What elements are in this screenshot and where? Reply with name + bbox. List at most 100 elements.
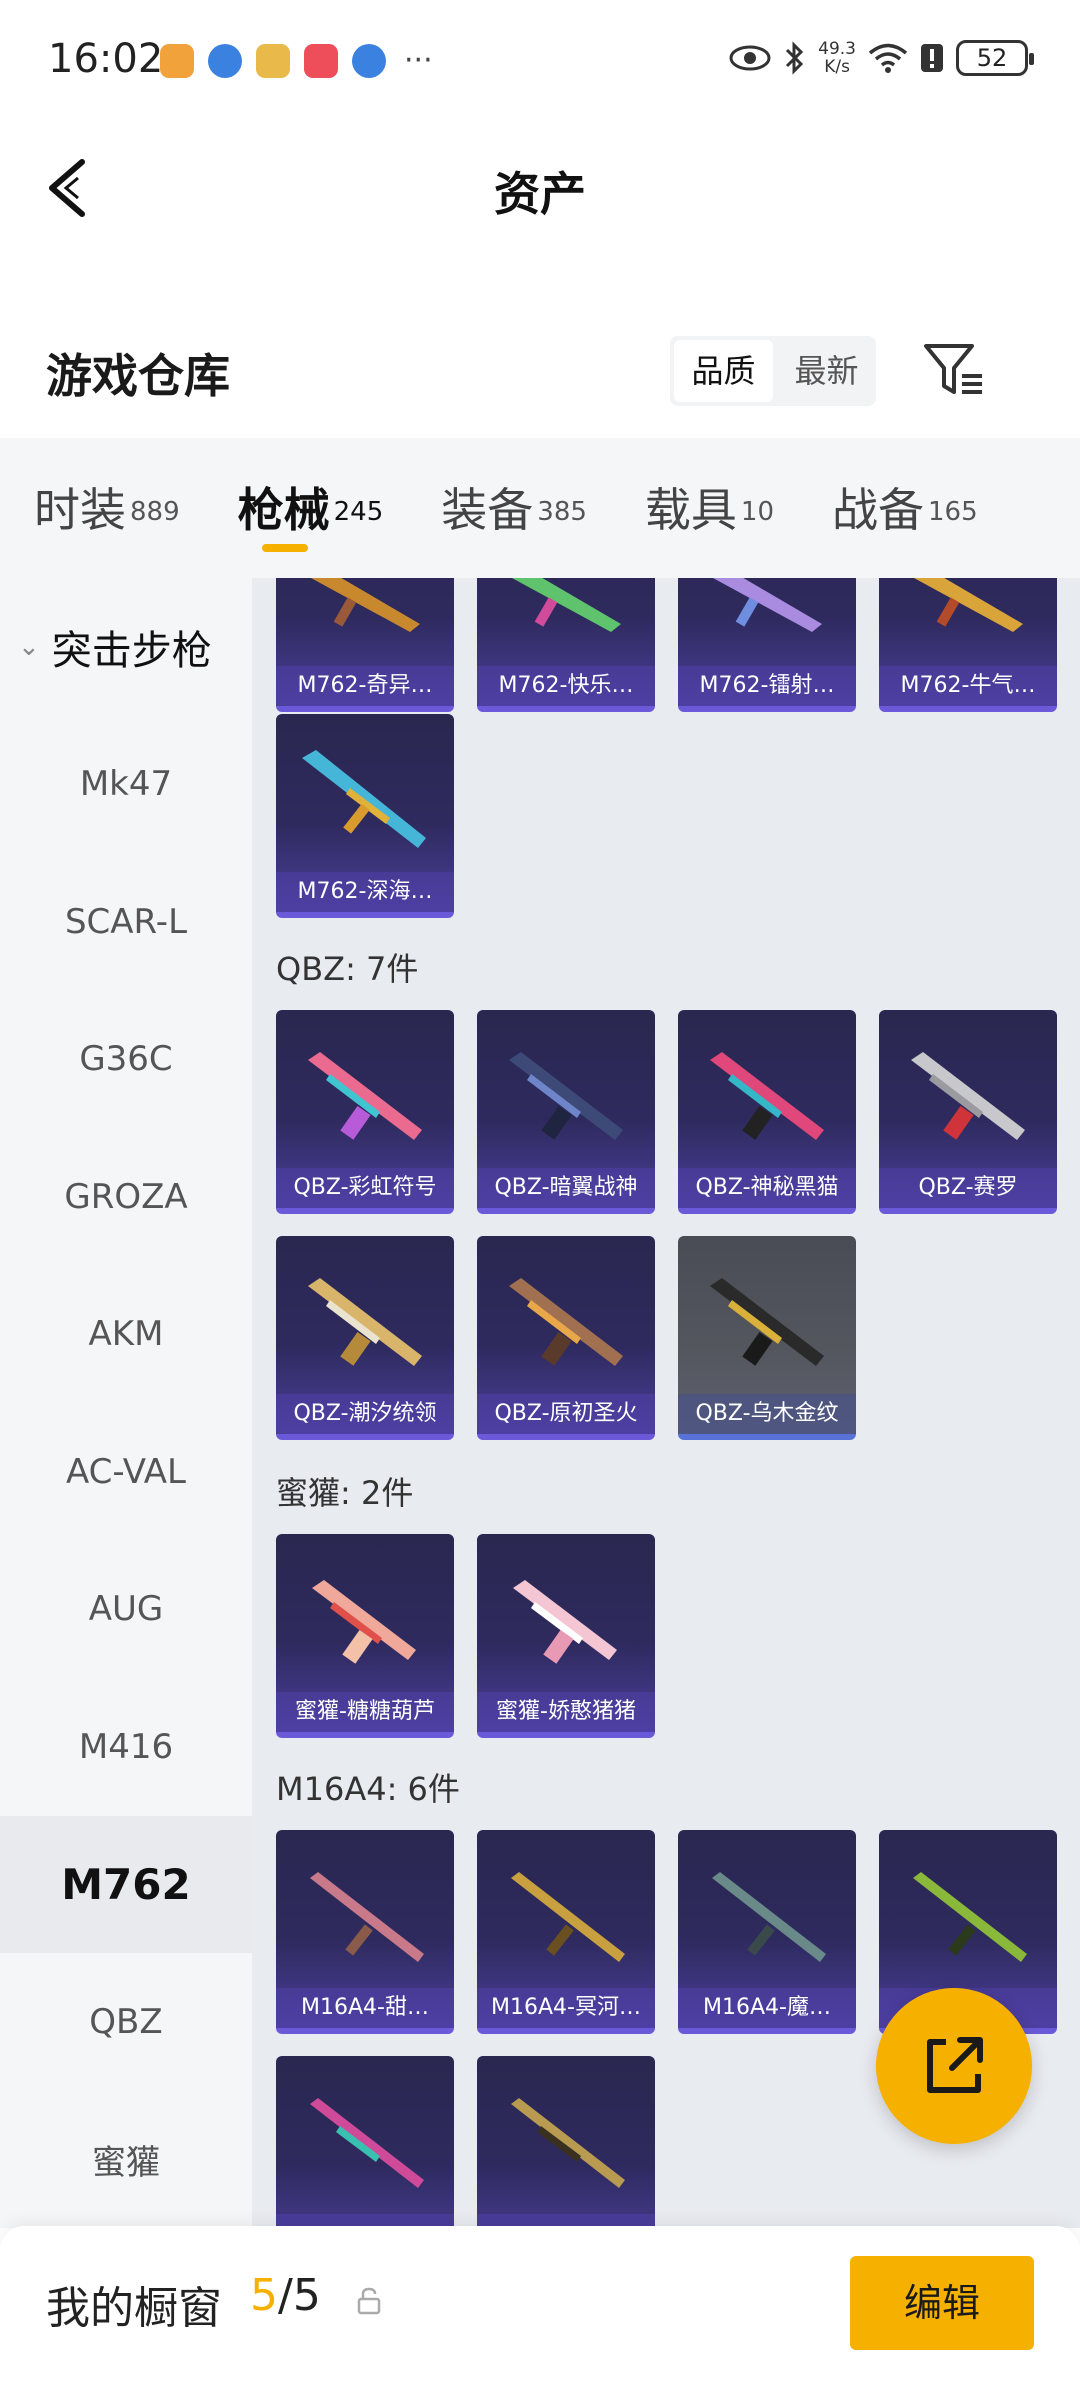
section-title: 游戏仓库 bbox=[46, 349, 230, 403]
skin-name: 蜜獾-娇憨猪猪 bbox=[477, 1692, 655, 1732]
group-title-honey-badger: 蜜獾: 2件 bbox=[276, 1474, 414, 1512]
card-row: M762-深海… bbox=[276, 714, 454, 918]
rifle-icon bbox=[308, 1052, 422, 1140]
page-title: 资产 bbox=[494, 167, 586, 221]
tab-label: 载具 bbox=[644, 483, 737, 537]
group-title-m16a4: M16A4: 6件 bbox=[276, 1770, 460, 1808]
tab-label: 战备 bbox=[832, 483, 925, 537]
filter-button[interactable] bbox=[920, 336, 990, 406]
tab-label: 装备 bbox=[441, 483, 534, 537]
showcase-label: 我的橱窗 bbox=[46, 2283, 222, 2334]
weapon-skin-grid: M762-奇异… M762-快乐… M762-镭射… M762-牛气… M762… bbox=[252, 578, 1080, 2228]
clock: 16:02 bbox=[48, 36, 164, 82]
browser-notification-icon bbox=[208, 44, 242, 78]
skin-card[interactable]: QBZ-乌木金纹 bbox=[678, 1236, 856, 1440]
showcase-current: 5 bbox=[250, 2270, 278, 2321]
more-notifications: ··· bbox=[404, 43, 433, 78]
rifle-icon bbox=[513, 1580, 617, 1664]
rifle-icon bbox=[712, 1872, 826, 1962]
sidebar-item-scar-l[interactable]: SCAR-L bbox=[0, 853, 252, 991]
skin-name: M762-奇异… bbox=[276, 666, 454, 706]
card-row: QBZ-潮汐统领 QBZ-原初圣火 QBZ-乌木金纹 bbox=[276, 1236, 856, 1440]
game-notification-icon bbox=[256, 44, 290, 78]
skin-card[interactable]: M762-深海… bbox=[276, 714, 454, 918]
skin-card[interactable]: QBZ-神秘黑猫 bbox=[678, 1010, 856, 1214]
sidebar-item-m416[interactable]: M416 bbox=[0, 1678, 252, 1816]
skin-card[interactable]: M762-镭射… bbox=[678, 578, 856, 712]
rifle-icon bbox=[509, 1278, 623, 1366]
tab-count: 245 bbox=[333, 496, 384, 527]
rifle-icon bbox=[713, 578, 822, 632]
skin-card[interactable]: 蜜獾-娇憨猪猪 bbox=[477, 1534, 655, 1738]
skin-card[interactable]: QBZ-潮汐统领 bbox=[276, 1236, 454, 1440]
tab-equipment[interactable]: 装备 385 bbox=[441, 438, 587, 578]
skin-name: M762-牛气… bbox=[879, 666, 1057, 706]
showcase-separator: / bbox=[278, 2270, 293, 2321]
showcase-count: 5/5 bbox=[250, 2270, 321, 2321]
share-button[interactable] bbox=[876, 1988, 1032, 2144]
sort-option-newest[interactable]: 最新 bbox=[777, 336, 876, 406]
skin-card[interactable]: QBZ-彩虹符号 bbox=[276, 1010, 454, 1214]
lock-icon bbox=[357, 2287, 381, 2315]
skin-card[interactable]: 蜜獾-糖糖葫芦 bbox=[276, 1534, 454, 1738]
category-tabs: 时装 889 枪械 245 装备 385 载具 10 战备 165 bbox=[0, 438, 1080, 578]
sidebar-item-qbz[interactable]: QBZ bbox=[0, 1953, 252, 2091]
rifle-icon bbox=[512, 578, 621, 632]
tab-count: 10 bbox=[740, 496, 775, 527]
active-tab-indicator bbox=[262, 544, 309, 552]
edit-button[interactable]: 编辑 bbox=[850, 2256, 1034, 2350]
tab-label: 时装 bbox=[34, 483, 126, 537]
skin-card[interactable]: M762-牛气… bbox=[879, 578, 1057, 712]
network-rate-value: 49.3 bbox=[818, 39, 856, 59]
network-rate-unit: K/s bbox=[824, 57, 850, 77]
network-rate: 49.3 K/s bbox=[818, 40, 856, 76]
tab-count: 385 bbox=[537, 496, 587, 527]
skin-name: M762-快乐… bbox=[477, 666, 655, 706]
rifle-icon bbox=[308, 1278, 422, 1366]
warehouse-header: 游戏仓库 品质 最新 bbox=[0, 310, 1080, 430]
alert-icon bbox=[921, 44, 943, 72]
top-nav: 资产 bbox=[0, 120, 1080, 260]
sidebar-item-m762[interactable]: M762 bbox=[0, 1815, 252, 1953]
tab-supplies[interactable]: 战备 165 bbox=[832, 438, 978, 578]
skin-card[interactable]: M762-快乐… bbox=[477, 578, 655, 712]
rifle-icon bbox=[311, 578, 420, 632]
skin-name: QBZ-暗翼战神 bbox=[477, 1168, 655, 1208]
skin-card[interactable]: M16A4-魔… bbox=[678, 1830, 856, 2034]
tab-fashion[interactable]: 时装 889 bbox=[34, 438, 180, 578]
tab-firearms[interactable]: 枪械 245 bbox=[237, 438, 384, 578]
sidebar-item-g36c[interactable]: G36C bbox=[0, 991, 252, 1129]
sidebar-group-assault-rifles[interactable]: ⌄ 突击步枪 bbox=[0, 578, 252, 716]
skin-card[interactable]: M16A4-甜… bbox=[276, 1830, 454, 2034]
rifle-icon bbox=[312, 1580, 416, 1664]
skin-name: QBZ-彩虹符号 bbox=[276, 1168, 454, 1208]
sidebar-item-groza[interactable]: GROZA bbox=[0, 1128, 252, 1266]
sidebar-item-honey-badger[interactable]: 蜜獾 bbox=[0, 2091, 252, 2229]
card-row: QBZ-彩虹符号 QBZ-暗翼战神 QBZ-神秘黑猫 QBZ-赛罗 bbox=[276, 1010, 1057, 1214]
tab-label: 枪械 bbox=[237, 483, 330, 537]
sidebar-item-aug[interactable]: AUG bbox=[0, 1541, 252, 1679]
rifle-icon bbox=[310, 1872, 424, 1962]
weapon-type-sidebar: ⌄ 突击步枪 Mk47 SCAR-L G36C GROZA AKM AC-VAL … bbox=[0, 578, 252, 2228]
system-icons: 49.3 K/s 52 bbox=[728, 40, 1034, 76]
sidebar-item-ac-val[interactable]: AC-VAL bbox=[0, 1403, 252, 1541]
skin-name: QBZ-原初圣火 bbox=[477, 1394, 655, 1434]
skin-card[interactable]: QBZ-赛罗 bbox=[879, 1010, 1057, 1214]
skin-card[interactable]: M762-奇异… bbox=[276, 578, 454, 712]
skin-card[interactable]: QBZ-暗翼战神 bbox=[477, 1010, 655, 1214]
battery-indicator: 52 bbox=[956, 40, 1034, 76]
skin-name: QBZ-乌木金纹 bbox=[678, 1394, 856, 1434]
sidebar-item-mk47[interactable]: Mk47 bbox=[0, 716, 252, 854]
group-title-qbz: QBZ: 7件 bbox=[276, 950, 419, 988]
rifle-icon bbox=[913, 1872, 1027, 1962]
skin-card[interactable]: QBZ-原初圣火 bbox=[477, 1236, 655, 1440]
rifle-icon bbox=[911, 1052, 1025, 1140]
sidebar-item-akm[interactable]: AKM bbox=[0, 1266, 252, 1404]
tab-vehicles[interactable]: 载具 10 bbox=[645, 438, 774, 578]
skin-name: QBZ-赛罗 bbox=[879, 1168, 1057, 1208]
sort-option-quality[interactable]: 品质 bbox=[674, 340, 773, 402]
skin-card[interactable]: M16A4-冥河… bbox=[477, 1830, 655, 2034]
skin-card[interactable] bbox=[276, 2056, 454, 2228]
skin-card[interactable] bbox=[477, 2056, 655, 2228]
tab-count: 165 bbox=[928, 496, 978, 527]
